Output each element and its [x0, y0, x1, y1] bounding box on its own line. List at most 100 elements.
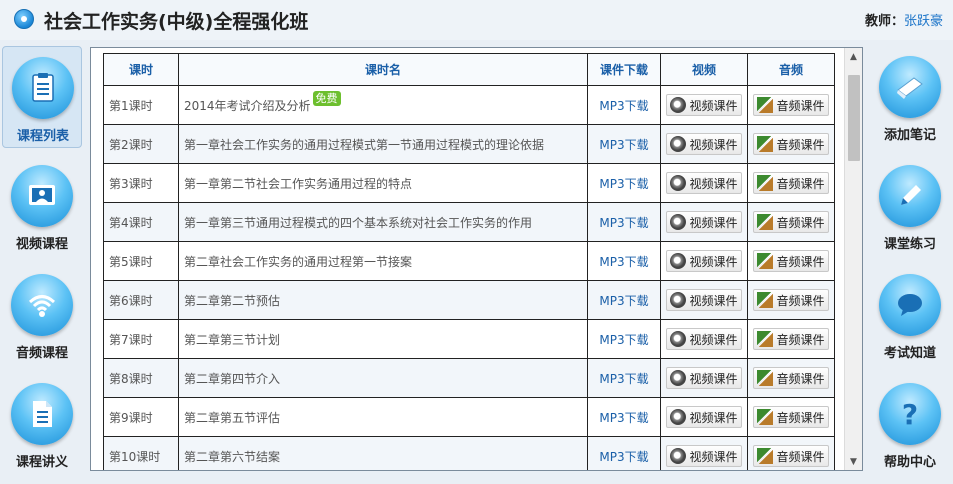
- audio-cell: 音频课件: [747, 358, 835, 398]
- video-icon: [11, 165, 73, 227]
- mp3-download-link[interactable]: MP3下载: [599, 450, 648, 464]
- nav-help-center[interactable]: ? 帮助中心: [870, 373, 950, 475]
- mp3-download-link[interactable]: MP3下载: [599, 333, 648, 347]
- mp3-download-link[interactable]: MP3下载: [599, 177, 648, 191]
- table-row: 第2课时 第一章社会工作实务的通用过程模式第一节通用过程模式的理论依据 MP3下载 视…: [103, 124, 835, 164]
- lesson-name[interactable]: 第二章第二节预估: [184, 294, 280, 308]
- nav-course-list[interactable]: 课程列表: [2, 46, 82, 148]
- video-button-label: 视频课件: [689, 176, 738, 191]
- table-row: 第4课时 第一章第三节通用过程模式的四个基本系统对社会工作实务的作用 MP3下载 视频…: [103, 202, 835, 242]
- table-header-row: 课时 课时名 课件下载 视频 音频: [103, 53, 835, 86]
- mp3-download-link[interactable]: MP3下载: [599, 411, 648, 425]
- audio-courseware-icon: [757, 97, 774, 113]
- mp3-cell: MP3下载: [587, 202, 661, 242]
- lesson-name-cell: 第一章社会工作实务的通用过程模式第一节通用过程模式的理论依据: [178, 124, 588, 164]
- audio-courseware-button[interactable]: 音频课件: [753, 328, 829, 350]
- document-icon: [11, 383, 73, 445]
- lesson-name[interactable]: 第二章第四节介入: [184, 372, 280, 386]
- audio-courseware-icon: [757, 253, 774, 269]
- lesson-name[interactable]: 第一章第三节通用过程模式的四个基本系统对社会工作实务的作用: [184, 216, 532, 230]
- mp3-download-link[interactable]: MP3下载: [599, 255, 648, 269]
- video-button-label: 视频课件: [689, 137, 738, 152]
- note-icon: [879, 56, 941, 118]
- table-row: 第1课时 2014年考试介绍及分析免费 MP3下载 视频课件 音频课件: [103, 85, 835, 125]
- video-cell: 视频课件: [660, 124, 748, 164]
- audio-courseware-icon: [757, 370, 774, 386]
- audio-courseware-button[interactable]: 音频课件: [753, 172, 829, 194]
- mp3-download-link[interactable]: MP3下载: [599, 216, 648, 230]
- col-header-audio: 音频: [747, 53, 835, 86]
- scroll-thumb[interactable]: [848, 75, 860, 161]
- lesson-name[interactable]: 第一章第二节社会工作实务通用过程的特点: [184, 177, 412, 191]
- page-title: 社会工作实务(中级)全程强化班: [44, 11, 309, 33]
- audio-courseware-icon: [757, 448, 774, 464]
- video-button-label: 视频课件: [689, 332, 738, 347]
- video-button-label: 视频课件: [689, 254, 738, 269]
- video-courseware-button[interactable]: 视频课件: [666, 328, 742, 350]
- audio-courseware-button[interactable]: 音频课件: [753, 289, 829, 311]
- audio-button-label: 音频课件: [776, 215, 825, 230]
- audio-courseware-button[interactable]: 音频课件: [753, 94, 829, 116]
- audio-courseware-button[interactable]: 音频课件: [753, 250, 829, 272]
- lesson-number: 第2课时: [103, 124, 179, 164]
- video-courseware-button[interactable]: 视频课件: [666, 250, 742, 272]
- audio-courseware-button[interactable]: 音频课件: [753, 367, 829, 389]
- lesson-number: 第3课时: [103, 163, 179, 203]
- video-button-label: 视频课件: [689, 98, 738, 113]
- lesson-name[interactable]: 第二章第六节结案: [184, 450, 280, 464]
- video-courseware-button[interactable]: 视频课件: [666, 289, 742, 311]
- mp3-cell: MP3下载: [587, 124, 661, 164]
- nav-add-note[interactable]: 添加笔记: [870, 46, 950, 148]
- lesson-name[interactable]: 第一章社会工作实务的通用过程模式第一节通用过程模式的理论依据: [184, 138, 544, 152]
- video-courseware-button[interactable]: 视频课件: [666, 133, 742, 155]
- video-cell: 视频课件: [660, 280, 748, 320]
- video-courseware-button[interactable]: 视频课件: [666, 211, 742, 233]
- free-badge: 免费: [312, 90, 341, 106]
- audio-courseware-button[interactable]: 音频课件: [753, 445, 829, 467]
- audio-courseware-button[interactable]: 音频课件: [753, 211, 829, 233]
- video-cell: 视频课件: [660, 436, 748, 470]
- nav-exam-know[interactable]: 考试知道: [870, 264, 950, 366]
- teacher-label: 教师：: [864, 14, 904, 29]
- video-courseware-button[interactable]: 视频课件: [666, 367, 742, 389]
- vertical-scrollbar[interactable]: ▲ ▼: [844, 48, 862, 470]
- nav-audio-course[interactable]: 音频课程: [2, 264, 82, 366]
- video-courseware-button[interactable]: 视频课件: [666, 94, 742, 116]
- video-courseware-button[interactable]: 视频课件: [666, 445, 742, 467]
- lesson-name[interactable]: 第二章社会工作实务的通用过程第一节接案: [184, 255, 412, 269]
- lesson-name[interactable]: 2014年考试介绍及分析: [184, 99, 311, 113]
- audio-courseware-button[interactable]: 音频课件: [753, 406, 829, 428]
- mp3-download-link[interactable]: MP3下载: [599, 372, 648, 386]
- scroll-up-arrow-icon[interactable]: ▲: [845, 48, 862, 65]
- lesson-name[interactable]: 第二章第三节计划: [184, 333, 280, 347]
- nav-class-exercise[interactable]: 课堂练习: [870, 155, 950, 257]
- video-reel-icon: [670, 370, 687, 386]
- audio-courseware-button[interactable]: 音频课件: [753, 133, 829, 155]
- mp3-download-link[interactable]: MP3下载: [599, 99, 648, 113]
- lesson-number: 第1课时: [103, 85, 179, 125]
- scroll-down-arrow-icon[interactable]: ▼: [845, 453, 862, 470]
- teacher-name-link[interactable]: 张跃豪: [904, 14, 943, 29]
- video-reel-icon: [670, 292, 687, 308]
- mp3-download-link[interactable]: MP3下载: [599, 294, 648, 308]
- table-row: 第3课时 第一章第二节社会工作实务通用过程的特点 MP3下载 视频课件 音频课件: [103, 163, 835, 203]
- audio-cell: 音频课件: [747, 319, 835, 359]
- course-list-panel: 课时 课时名 课件下载 视频 音频 第1课时 2014年考试介绍及分析免费 MP3下…: [90, 47, 863, 471]
- video-cell: 视频课件: [660, 319, 748, 359]
- lesson-name-cell: 第一章第三节通用过程模式的四个基本系统对社会工作实务的作用: [178, 202, 588, 242]
- video-courseware-button[interactable]: 视频课件: [666, 406, 742, 428]
- video-button-label: 视频课件: [689, 293, 738, 308]
- nav-label: 课程列表: [16, 129, 69, 144]
- nav-label: 音频课程: [15, 346, 68, 361]
- mp3-cell: MP3下载: [587, 397, 661, 437]
- video-reel-icon: [670, 409, 687, 425]
- video-cell: 视频课件: [660, 397, 748, 437]
- lesson-number: 第7课时: [103, 319, 179, 359]
- mp3-download-link[interactable]: MP3下载: [599, 138, 648, 152]
- lesson-number: 第5课时: [103, 241, 179, 281]
- nav-video-course[interactable]: 视频课程: [2, 155, 82, 257]
- video-cell: 视频课件: [660, 85, 748, 125]
- nav-course-handout[interactable]: 课程讲义: [2, 373, 82, 475]
- video-courseware-button[interactable]: 视频课件: [666, 172, 742, 194]
- lesson-name[interactable]: 第二章第五节评估: [184, 411, 280, 425]
